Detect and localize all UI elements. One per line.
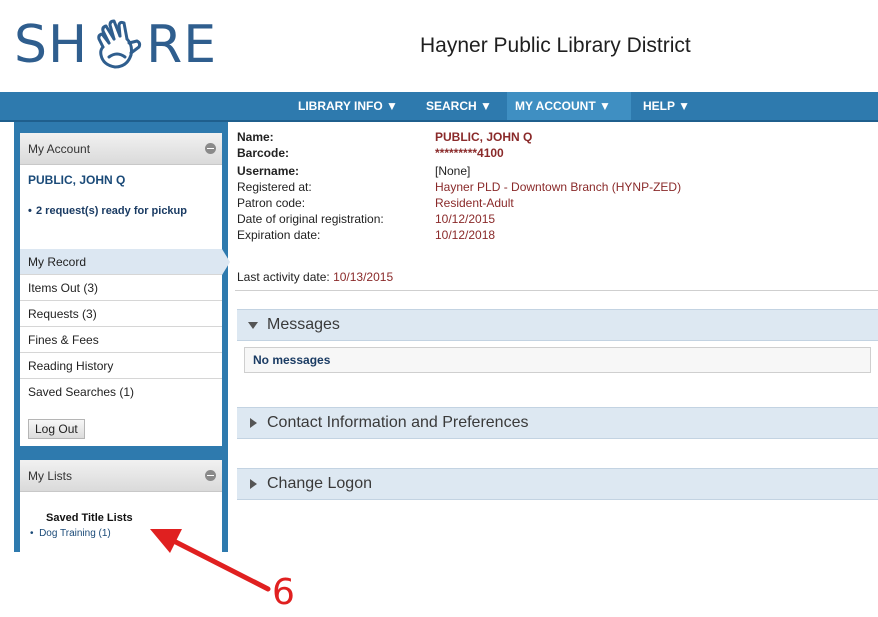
name-label: Name: (237, 130, 274, 144)
patron-code-value: Resident-Adult (435, 196, 514, 210)
sidebar-item-reading-history[interactable]: Reading History (20, 353, 222, 379)
name-value: PUBLIC, JOHN Q (435, 130, 533, 144)
last-activity: Last activity date: 10/13/2015 (237, 270, 393, 284)
expiration-label: Expiration date: (237, 228, 321, 242)
nav-search[interactable]: SEARCH ▼ (418, 92, 500, 120)
last-activity-value: 10/13/2015 (333, 270, 394, 284)
my-account-panel: My Account PUBLIC, JOHN Q • 2 request(s)… (20, 133, 230, 446)
hands-logo-icon (97, 19, 142, 69)
logo-text-right: RE (146, 15, 218, 75)
caret-right-icon (250, 418, 257, 428)
username-value: [None] (435, 164, 471, 178)
library-name: Hayner Public Library District (420, 34, 691, 57)
username-label: Username: (237, 164, 300, 178)
barcode-label: Barcode: (237, 146, 290, 160)
last-activity-label: Last activity date: (237, 270, 330, 284)
contact-section-header[interactable]: Contact Information and Preferences (237, 407, 878, 439)
messages-box: No messages (244, 347, 871, 373)
original-registration-label: Date of original registration: (237, 212, 384, 226)
patron-name: PUBLIC, JOHN Q (28, 173, 126, 187)
sidebar-item-my-record[interactable]: My Record (20, 249, 230, 275)
shore-logo[interactable]: SH RE (14, 10, 217, 80)
caret-right-icon (250, 479, 257, 489)
messages-section-header[interactable]: Messages (237, 309, 878, 341)
patron-code-label: Patron code: (237, 196, 306, 210)
nav-my-account[interactable]: MY ACCOUNT ▼ (507, 92, 631, 120)
caret-down-icon (248, 322, 258, 329)
annotation-number: 6 (272, 572, 295, 613)
divider (235, 290, 878, 291)
change-logon-section-header[interactable]: Change Logon (237, 468, 878, 500)
bullet-icon: • (30, 528, 40, 539)
pickup-notice-text[interactable]: 2 request(s) ready for pickup (36, 205, 187, 217)
collapse-icon[interactable] (205, 143, 216, 154)
main-nav: LIBRARY INFO ▼ SEARCH ▼ MY ACCOUNT ▼ HEL… (0, 92, 878, 122)
annotation-arrow-icon (150, 529, 271, 592)
barcode-value: *********4100 (435, 146, 504, 160)
logo-text-left: SH (14, 15, 89, 75)
registered-value: Hayner PLD - Downtown Branch (HYNP-ZED) (435, 180, 682, 194)
sidebar-item-saved-searches[interactable]: Saved Searches (1) (20, 379, 222, 405)
change-logon-title: Change Logon (267, 475, 372, 492)
logout-button[interactable]: Log Out (28, 419, 85, 439)
sidebar-item-items-out[interactable]: Items Out (3) (20, 275, 222, 301)
list-item-link[interactable]: Dog Training (1) (39, 528, 111, 539)
expiration-value: 10/12/2018 (435, 228, 496, 242)
my-account-header[interactable]: My Account (20, 133, 222, 165)
nav-library-info[interactable]: LIBRARY INFO ▼ (290, 92, 406, 120)
sidebar-item-requests[interactable]: Requests (3) (20, 301, 222, 327)
my-account-title: My Account (28, 142, 91, 156)
my-lists-header[interactable]: My Lists (20, 460, 222, 492)
messages-title: Messages (267, 316, 340, 333)
contact-title: Contact Information and Preferences (267, 414, 529, 431)
collapse-icon[interactable] (205, 470, 216, 481)
sidebar-item-fines-fees[interactable]: Fines & Fees (20, 327, 222, 353)
registered-label: Registered at: (237, 180, 312, 194)
bullet-icon: • (28, 205, 32, 217)
page: SH RE Hayner Public Library District LIB… (0, 0, 878, 617)
original-registration-value: 10/12/2015 (435, 212, 496, 226)
pickup-notice[interactable]: • 2 request(s) ready for pickup (20, 195, 222, 249)
my-lists-title: My Lists (28, 469, 73, 483)
nav-help[interactable]: HELP ▼ (635, 92, 698, 120)
